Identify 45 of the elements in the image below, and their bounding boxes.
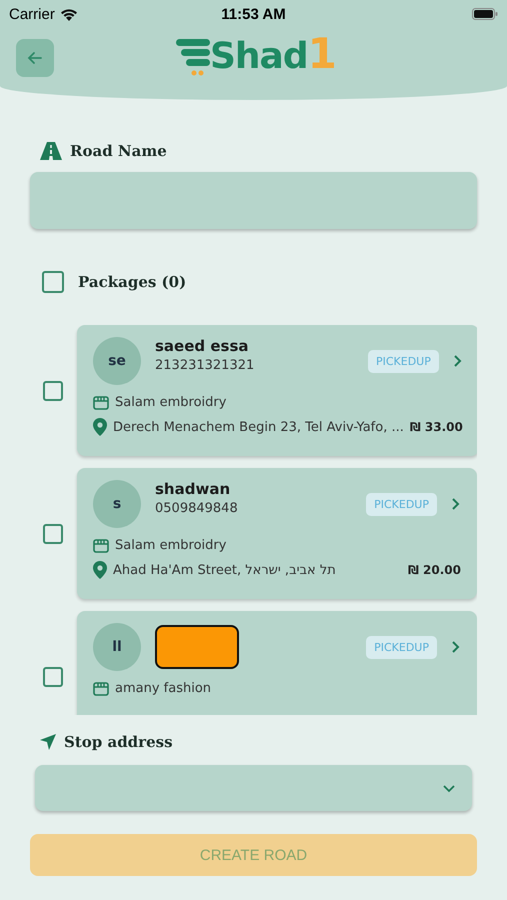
packages-label: Packages (0) <box>78 273 186 291</box>
battery-icon <box>472 8 498 20</box>
road-icon <box>40 142 62 160</box>
chevron-down-icon <box>442 784 456 792</box>
status-badge: PICKEDUP <box>368 350 439 372</box>
customer-name: shadwan <box>155 480 232 498</box>
back-button[interactable] <box>16 39 54 77</box>
store-icon <box>93 682 109 696</box>
chevron-right-icon[interactable] <box>451 640 461 654</box>
order-checkbox[interactable] <box>43 524 63 544</box>
order-card[interactable]: se saeed essa 213231321321 PICKEDUP Salam embroidry Derech Menachem Begin 23, Tel Aviv-Yafo, ... ₪ 33.00 <box>77 325 477 456</box>
wifi-icon <box>60 8 78 20</box>
initials-avatar: ll <box>93 623 141 671</box>
customer-phone: 213231321321 <box>155 358 256 373</box>
logo-text: Shad1 <box>210 32 336 79</box>
navigation-arrow-icon <box>40 734 56 750</box>
road-name-field[interactable] <box>30 172 477 229</box>
order-price: ₪ 33.00 <box>410 420 463 434</box>
status-time: 11:53 AM <box>221 6 286 22</box>
store-name: Salam embroidry <box>115 538 226 553</box>
store-icon <box>93 396 109 410</box>
store-name: Salam embroidry <box>115 395 226 410</box>
chevron-right-icon[interactable] <box>451 497 461 511</box>
carrier-name: Carrier <box>9 6 55 22</box>
store-name: amany fashion <box>115 681 212 696</box>
location-pin-icon <box>93 561 107 579</box>
select-all-checkbox[interactable] <box>42 271 64 293</box>
location-pin-icon <box>93 418 107 436</box>
customer-name: saeed essa <box>155 337 250 355</box>
store-icon <box>93 538 109 552</box>
order-price: ₪ 20.00 <box>408 563 461 577</box>
initials-avatar: se <box>93 337 141 385</box>
customer-phone: 0509849848 <box>155 501 239 516</box>
order-card[interactable]: ll PICKEDUP amany fashion <box>77 611 477 715</box>
chevron-right-icon[interactable] <box>452 354 463 368</box>
road-name-label: Road Name <box>70 142 167 160</box>
stop-address-label: Stop address <box>64 733 173 751</box>
delivery-address: Derech Menachem Begin 23, Tel Aviv-Yafo, ... <box>113 420 404 434</box>
back-arrow-icon[interactable] <box>26 49 44 67</box>
order-checkbox[interactable] <box>43 380 63 400</box>
order-checkbox[interactable] <box>43 666 63 686</box>
initials-avatar: s <box>93 480 141 528</box>
delivery-address: Ahad Ha'Am Street, תל אביב, ישראל <box>113 562 337 578</box>
status-badge: PICKEDUP <box>366 492 437 516</box>
status-badge: PICKEDUP <box>366 636 437 658</box>
